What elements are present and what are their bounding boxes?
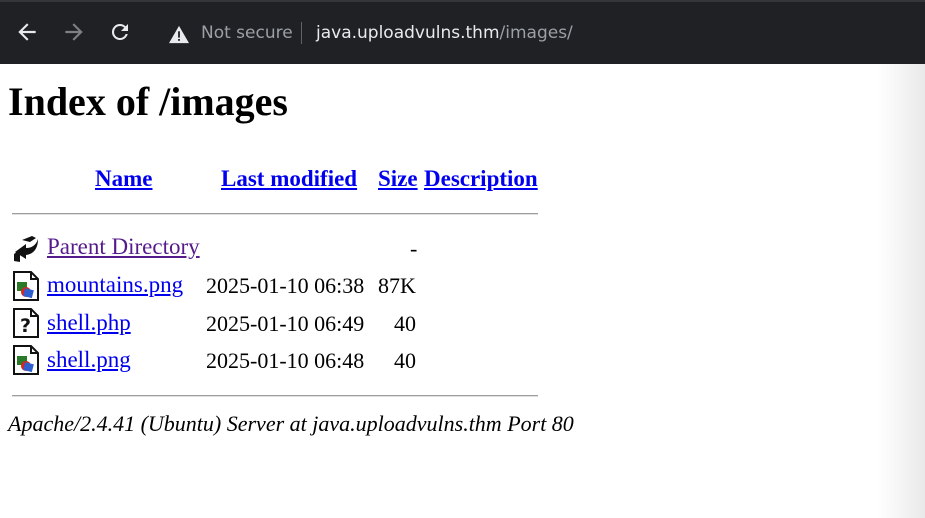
file-link-shell-png[interactable]: shell.png — [47, 347, 131, 373]
image-file-icon — [13, 271, 39, 301]
column-header-description[interactable]: Description — [424, 166, 538, 192]
page-title: Index of /images — [8, 79, 288, 124]
column-header-name[interactable]: Name — [95, 166, 152, 192]
back-button[interactable] — [13, 18, 41, 46]
parent-directory-link[interactable]: Parent Directory — [47, 234, 200, 260]
server-signature: Apache/2.4.41 (Ubuntu) Server at java.up… — [8, 411, 574, 436]
image-file-icon — [13, 345, 39, 375]
reload-button[interactable] — [106, 18, 134, 46]
browser-toolbar: Not secure java.uploadvulns.thm/images/ — [0, 0, 925, 64]
omnibox-divider — [301, 22, 302, 44]
warning-triangle-icon[interactable] — [168, 24, 190, 44]
row-size: 40 — [394, 348, 416, 373]
security-label[interactable]: Not secure — [201, 23, 293, 43]
forward-button[interactable] — [60, 18, 88, 46]
scroll-edge-shadow — [877, 64, 925, 518]
row-size: 40 — [394, 311, 416, 336]
top-divider — [12, 213, 538, 215]
row-last-modified: 2025-01-10 06:49 — [206, 311, 365, 336]
back-arrow-icon — [18, 23, 36, 41]
row-size: 87K — [378, 273, 416, 298]
file-link-mountains[interactable]: mountains.png — [47, 272, 183, 298]
svg-text:?: ? — [20, 315, 31, 337]
toolbar-top-edge — [0, 0, 925, 2]
unknown-file-icon: ? — [13, 308, 39, 338]
file-link-shell-php[interactable]: shell.php — [47, 310, 131, 336]
row-size: - — [410, 236, 418, 261]
address-bar[interactable]: Not secure java.uploadvulns.thm/images/ — [154, 12, 925, 54]
forward-arrow-icon — [65, 23, 83, 41]
url-text[interactable]: java.uploadvulns.thm/images/ — [316, 23, 573, 43]
url-host[interactable]: java.uploadvulns.thm — [316, 23, 500, 43]
url-path[interactable]: /images/ — [500, 23, 573, 43]
reload-icon — [111, 23, 128, 40]
row-last-modified: 2025-01-10 06:38 — [206, 273, 365, 298]
column-header-size[interactable]: Size — [378, 166, 418, 192]
back-folder-icon — [14, 236, 38, 262]
bottom-divider — [12, 395, 538, 397]
row-last-modified: 2025-01-10 06:48 — [206, 348, 365, 373]
column-header-last-modified[interactable]: Last modified — [221, 166, 357, 192]
